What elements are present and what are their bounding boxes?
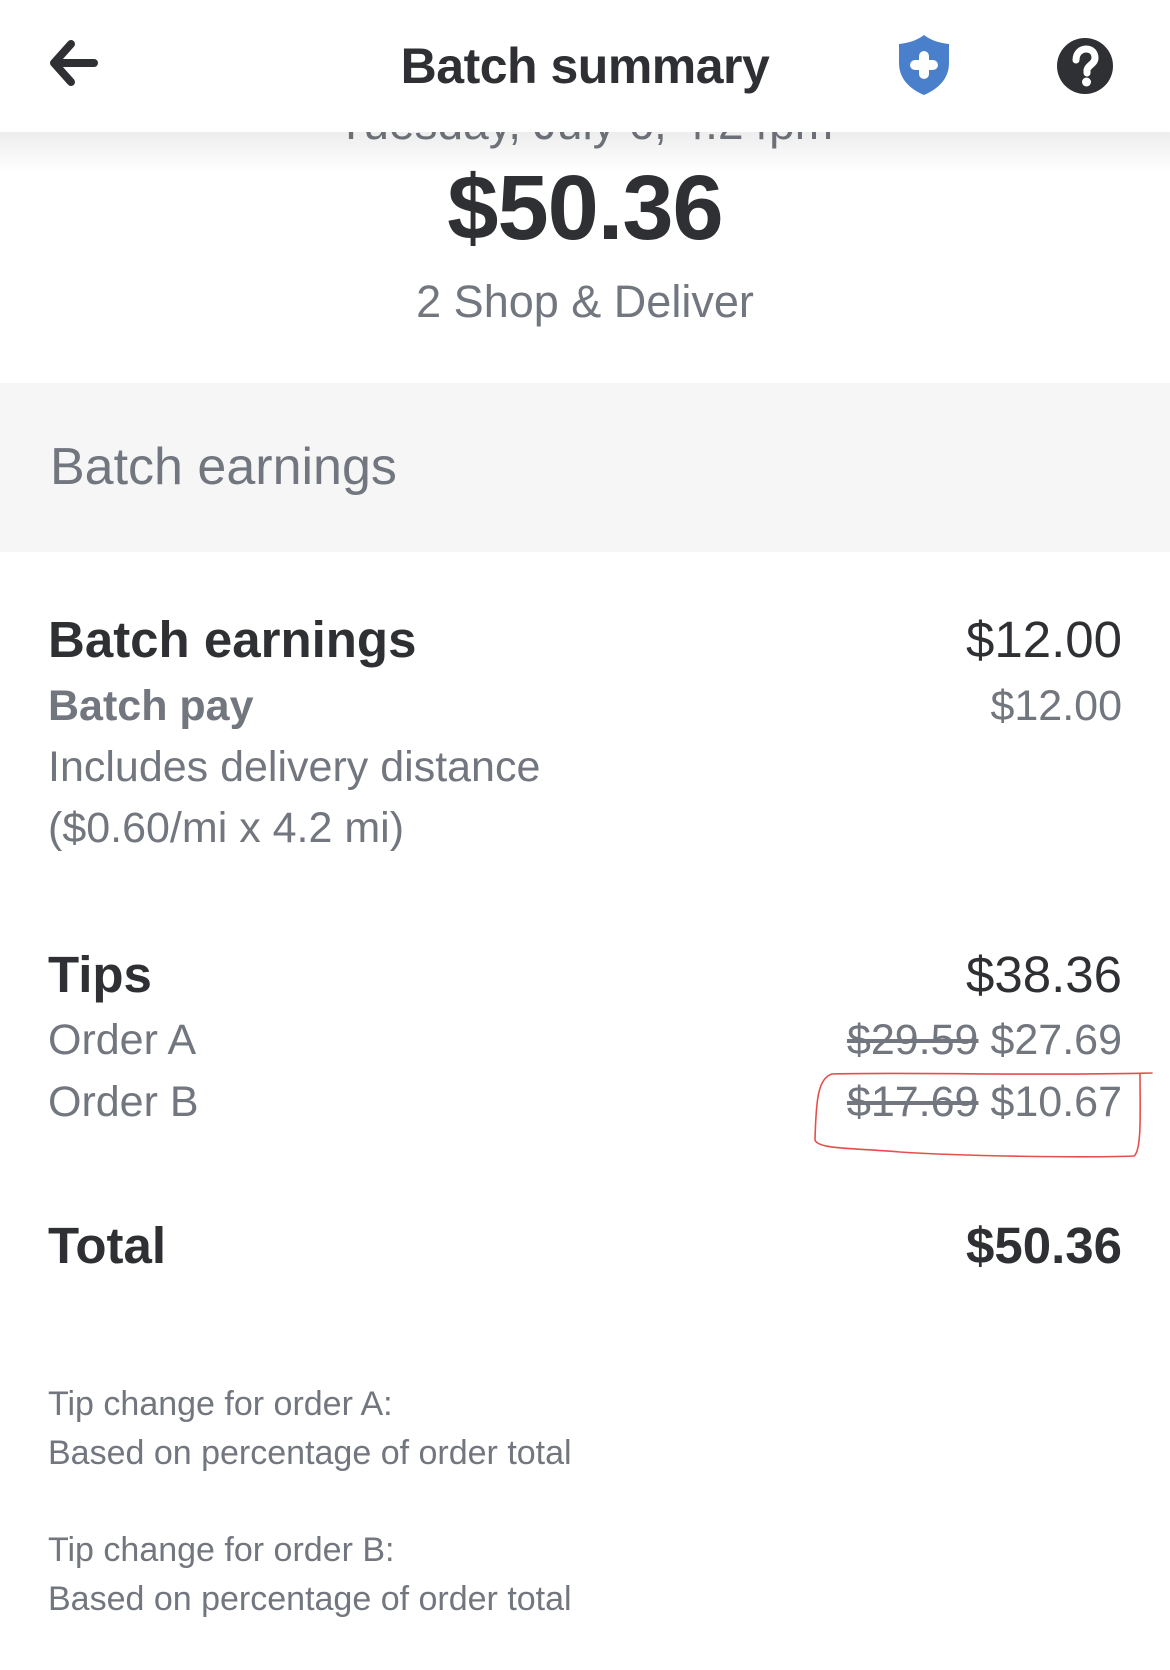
distance-rate-row: ($0.60/mi x 4.2 mi) — [48, 804, 1122, 853]
earnings-row: Batch earnings $12.00 — [48, 610, 1122, 669]
original-tip: $17.69 — [846, 1078, 979, 1126]
section-title: Batch earnings — [50, 438, 397, 496]
total-row: Total $50.36 — [48, 1216, 1122, 1275]
batch-pay-row: Batch pay $12.00 — [48, 682, 1122, 731]
tip-change-reason: Based on percentage of order total — [48, 1580, 572, 1618]
distance-note-row: Includes delivery distance — [48, 743, 1122, 792]
tip-change-title: Tip change for order A: — [48, 1385, 393, 1423]
page-title: Batch summary — [400, 38, 770, 94]
adjusted-tip: $10.67 — [990, 1078, 1122, 1126]
order-tip: $17.69 $10.67 — [847, 1078, 1122, 1127]
distance-note: Includes delivery distance — [48, 743, 541, 791]
batch-pay-amount: $12.00 — [990, 682, 1122, 730]
tip-order-row: Order B $17.69 $10.67 — [48, 1078, 1122, 1127]
earnings-label: Batch earnings — [48, 611, 417, 668]
tip-change-note: Tip change for order A: Based on percent… — [48, 1380, 572, 1478]
distance-rate: ($0.60/mi x 4.2 mi) — [48, 804, 405, 852]
tip-change-title: Tip change for order B: — [48, 1531, 395, 1569]
help-button[interactable] — [1055, 36, 1115, 96]
original-tip: $29.59 — [846, 1016, 979, 1064]
adjusted-tip: $27.69 — [990, 1016, 1122, 1064]
tips-row: Tips $38.36 — [48, 945, 1122, 1004]
total-label: Total — [48, 1217, 167, 1274]
order-tip: $29.59 $27.69 — [847, 1016, 1122, 1065]
tips-label: Tips — [48, 946, 152, 1003]
total-amount: $50.36 — [966, 1217, 1122, 1274]
section-header: Batch earnings — [0, 383, 1170, 552]
top-app-bar: Batch summary — [0, 0, 1170, 132]
batch-total-amount: $50.36 — [447, 157, 723, 259]
help-circle-icon — [1057, 38, 1113, 94]
tip-change-note: Tip change for order B: Based on percent… — [48, 1526, 572, 1624]
batch-type: 2 Shop & Deliver — [416, 276, 754, 327]
batch-pay-label: Batch pay — [48, 682, 254, 730]
order-label: Order A — [48, 1016, 197, 1064]
tip-order-row: Order A $29.59 $27.69 — [48, 1016, 1122, 1065]
tips-amount: $38.36 — [966, 946, 1122, 1003]
earnings-amount: $12.00 — [966, 611, 1122, 668]
tip-change-reason: Based on percentage of order total — [48, 1434, 572, 1472]
shield-plus-icon — [899, 35, 949, 95]
safety-toolkit-button[interactable] — [893, 30, 955, 100]
order-label: Order B — [48, 1078, 199, 1126]
